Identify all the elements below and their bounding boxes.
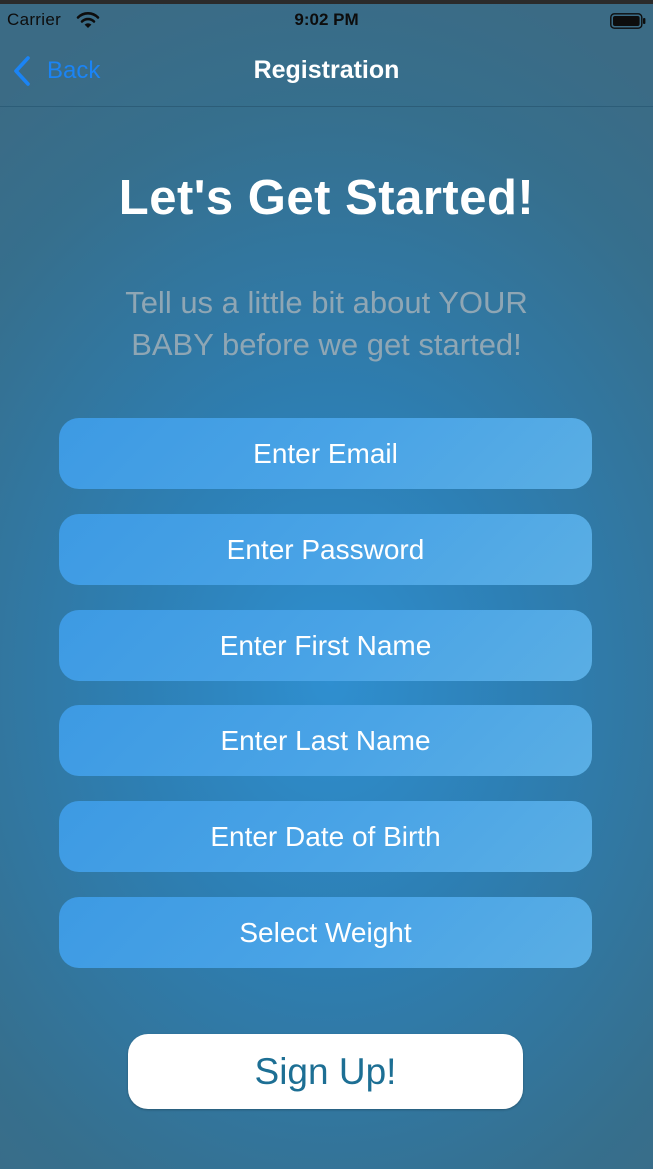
weight-field[interactable]: Select Weight [59,897,592,968]
nav-title: Registration [253,56,400,84]
last-name-field[interactable]: Enter Last Name [59,705,592,776]
page-headline: Let's Get Started! [118,171,535,225]
page-subtitle: Tell us a little bit about YOUR BABY bef… [125,285,528,362]
first-name-field[interactable]: Enter First Name [59,610,592,681]
status-bar: Carrier 9:02 PM [0,4,653,38]
sign-up-button[interactable]: Sign Up! [128,1034,523,1109]
sign-up-label: Sign Up! [254,1050,397,1092]
email-field[interactable]: Enter Email [59,418,592,489]
battery-icon [610,13,646,29]
password-field[interactable]: Enter Password [59,514,592,585]
date-of-birth-field[interactable]: Enter Date of Birth [59,801,592,872]
registration-screen: Carrier 9:02 PM Back Registration Let's … [0,0,653,1169]
status-time: 9:02 PM [294,10,359,29]
navigation-bar: Back Registration [0,38,653,107]
